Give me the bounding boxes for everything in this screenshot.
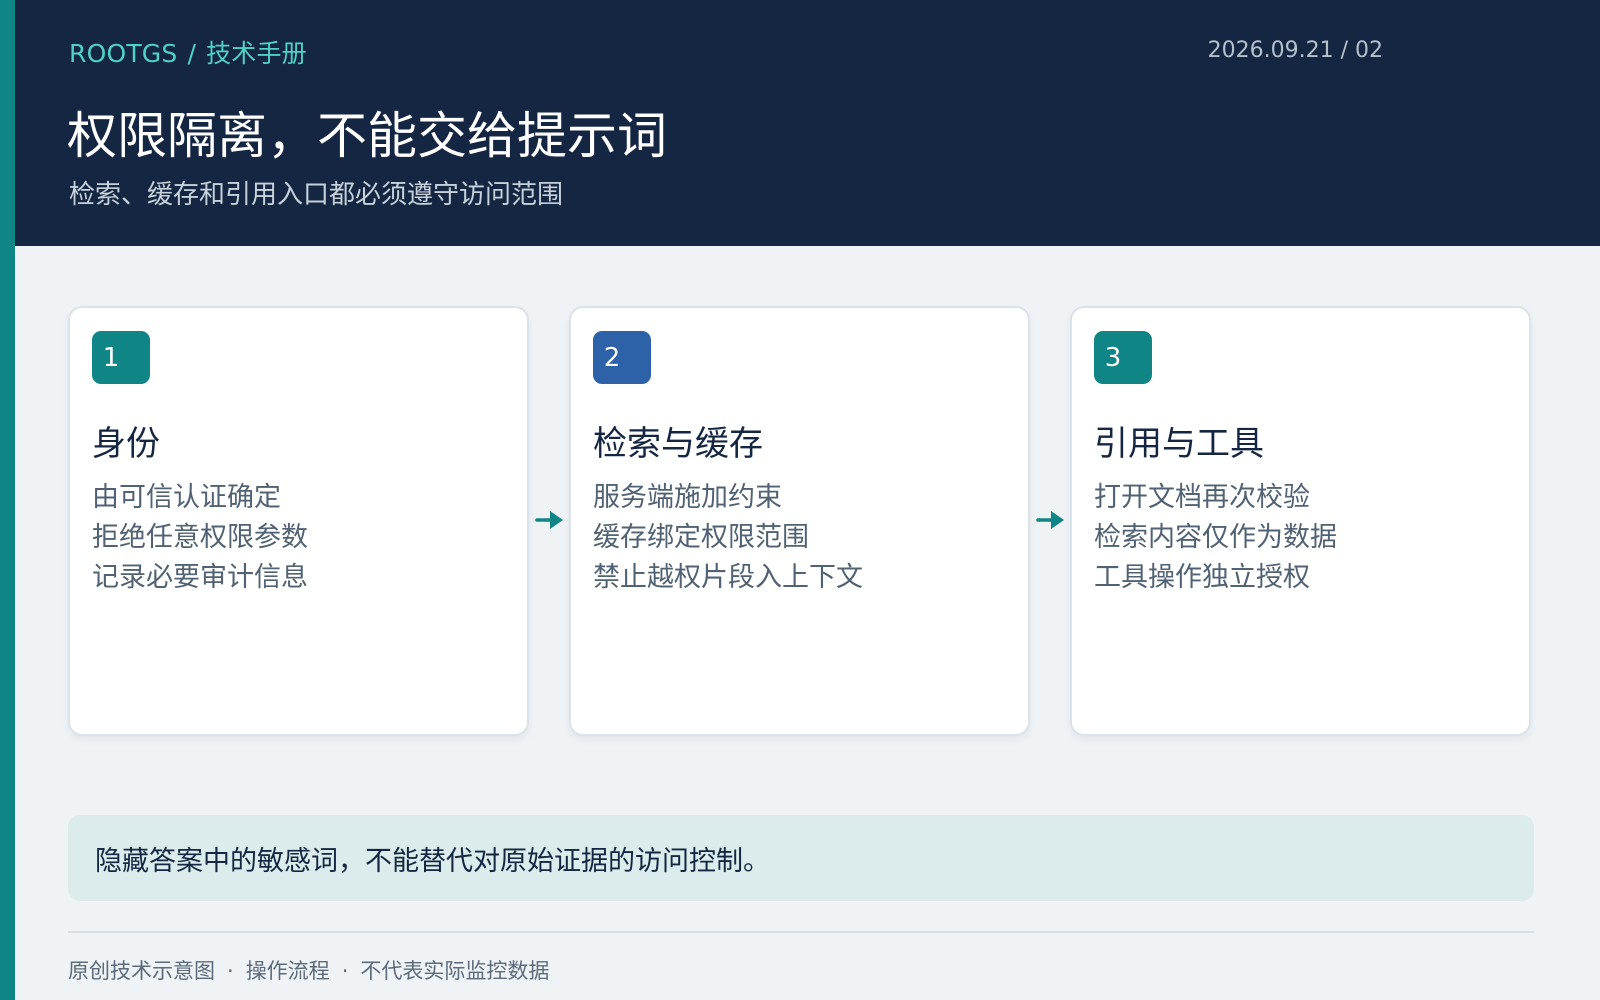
- step-number-badge: 3: [1094, 331, 1152, 384]
- step-title: 引用与工具: [1094, 424, 1264, 464]
- step-card-identity: 1 身份 由可信认证确定 拒绝任意权限参数 记录必要审计信息: [68, 306, 529, 736]
- left-accent-bar: [0, 0, 15, 1000]
- step-card-retrieval-cache: 2 检索与缓存 服务端施加约束 缓存绑定权限范围 禁止越权片段入上下文: [569, 306, 1030, 736]
- step-line: 检索内容仅作为数据: [1094, 522, 1337, 553]
- step-number-badge: 2: [593, 331, 651, 384]
- step-number-badge: 1: [92, 331, 150, 384]
- breadcrumb-separator: /: [187, 39, 197, 68]
- footer-item: 不代表实际监控数据: [360, 959, 550, 983]
- step-title: 检索与缓存: [593, 424, 763, 464]
- step-title: 身份: [92, 424, 160, 464]
- footer-item: 操作流程: [245, 959, 330, 983]
- step-line: 由可信认证确定: [92, 482, 281, 513]
- page-header: ROOTGS / 技术手册 2026.09.21 / 02 权限隔离，不能交给提示词…: [15, 0, 1600, 246]
- breadcrumb-brand[interactable]: ROOTGS: [69, 39, 177, 68]
- step-line: 工具操作独立授权: [1094, 562, 1310, 593]
- arrow-right-icon: [535, 511, 563, 529]
- page-title: 权限隔离，不能交给提示词: [67, 107, 667, 165]
- footer: 原创技术示意图 · 操作流程 · 不代表实际监控数据: [68, 955, 549, 985]
- step-lines: 由可信认证确定 拒绝任意权限参数 记录必要审计信息: [92, 478, 308, 598]
- step-line: 打开文档再次校验: [1094, 482, 1310, 513]
- step-line: 拒绝任意权限参数: [92, 522, 308, 553]
- callout-note: 隐藏答案中的敏感词，不能替代对原始证据的访问控制。: [68, 815, 1534, 901]
- callout-note-text: 隐藏答案中的敏感词，不能替代对原始证据的访问控制。: [95, 846, 770, 877]
- step-card-citation-tools: 3 引用与工具 打开文档再次校验 检索内容仅作为数据 工具操作独立授权: [1070, 306, 1531, 736]
- breadcrumb-section[interactable]: 技术手册: [206, 39, 307, 68]
- step-line: 服务端施加约束: [593, 482, 782, 513]
- footer-separator: ·: [227, 959, 234, 983]
- step-lines: 服务端施加约束 缓存绑定权限范围 禁止越权片段入上下文: [593, 478, 863, 598]
- footer-separator: ·: [341, 959, 349, 983]
- page-subtitle: 检索、缓存和引用入口都必须遵守访问范围: [69, 180, 564, 210]
- step-lines: 打开文档再次校验 检索内容仅作为数据 工具操作独立授权: [1094, 478, 1337, 598]
- footer-divider: [68, 931, 1534, 933]
- step-line: 缓存绑定权限范围: [593, 522, 809, 553]
- step-line: 禁止越权片段入上下文: [593, 562, 863, 593]
- arrow-right-icon: [1036, 511, 1064, 529]
- date-page-label: 2026.09.21 / 02: [1207, 38, 1383, 63]
- breadcrumb: ROOTGS / 技术手册: [69, 34, 307, 70]
- footer-item: 原创技术示意图: [68, 959, 215, 983]
- step-line: 记录必要审计信息: [92, 562, 308, 593]
